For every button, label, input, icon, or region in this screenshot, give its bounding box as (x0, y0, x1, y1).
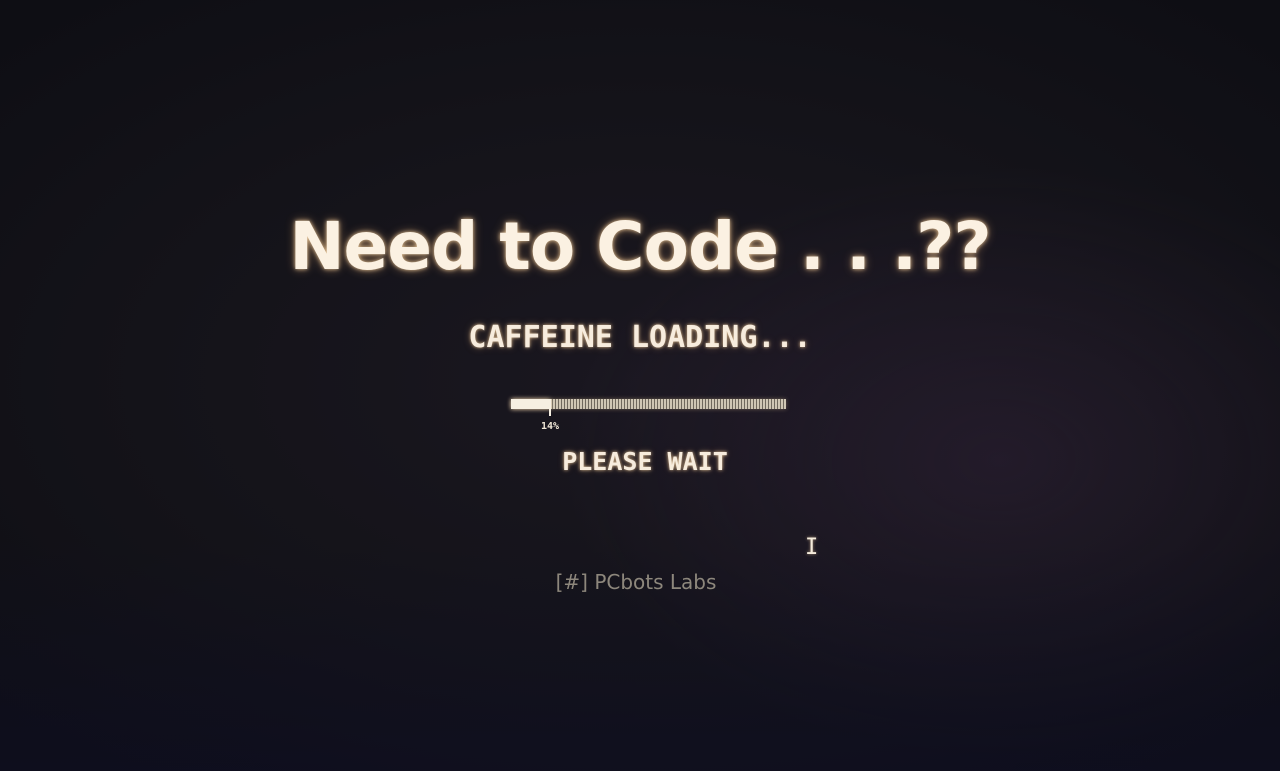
headline-title: Need to Code . . .?? (289, 208, 991, 285)
progress-bar (511, 399, 786, 416)
progress-bar-fill (511, 399, 550, 409)
loading-status-text: CAFFEINE LOADING... (468, 320, 812, 355)
background-vignette (0, 0, 1280, 771)
please-wait-text: PLEASE WAIT (562, 447, 728, 476)
footer-brand: [#] PCbots Labs (555, 570, 717, 594)
progress-percent-label: 14% (540, 421, 560, 432)
progress-marker (549, 399, 551, 416)
text-cursor-icon: I (805, 535, 819, 560)
